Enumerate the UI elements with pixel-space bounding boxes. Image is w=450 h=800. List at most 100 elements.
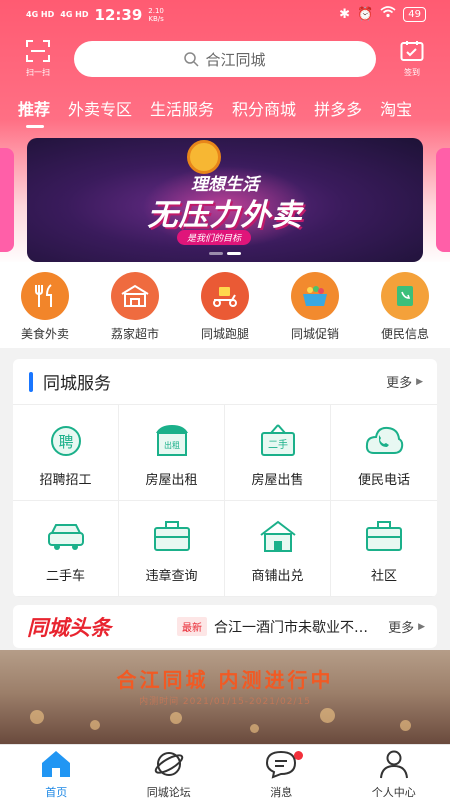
tab-points-mall[interactable]: 积分商城 <box>214 96 296 130</box>
bokeh-light <box>400 720 411 731</box>
quick-link-supermarket[interactable]: 荔家超市 <box>90 262 180 348</box>
sale-sign-icon: 二手 <box>260 424 295 456</box>
headline-bar[interactable]: 同城头条 最新 合江一酒门市未歇业不营业 更多 ▶ <box>13 605 437 648</box>
services-grid: 聘 招聘招工 出租 房屋出租 二手 房屋出售 便民电话 二手车 违章查询 商铺出… <box>13 405 437 597</box>
quick-link-label: 便民信息 <box>380 327 429 341</box>
headline-more-link[interactable]: 更多 ▶ <box>388 617 425 636</box>
bokeh-light <box>90 720 100 730</box>
section-accent-bar <box>29 371 33 392</box>
banner-next-peek <box>436 148 450 252</box>
alarm-icon: ⏰ <box>357 6 374 22</box>
nav-profile[interactable]: 个人中心 <box>338 745 450 800</box>
phone-cloud-icon <box>365 426 404 454</box>
headline-text[interactable]: 合江一酒门市未歇业不营业 <box>214 617 380 637</box>
tab-recommend[interactable]: 推荐 <box>0 96 50 130</box>
nav-forum[interactable]: 同城论坛 <box>113 745 226 800</box>
triangle-right-icon: ▶ <box>416 376 423 387</box>
community-icon <box>366 521 402 551</box>
bokeh-light <box>250 724 259 733</box>
net-speed: 2.10 KB/s <box>148 7 164 23</box>
bokeh-light <box>320 708 335 723</box>
service-label: 社区 <box>370 569 397 584</box>
store-icon <box>111 272 159 320</box>
category-tabs: 推荐 外卖专区 生活服务 积分商城 拼多多 淘宝 <box>0 96 450 130</box>
service-used-car[interactable]: 二手车 <box>13 501 119 597</box>
service-label: 二手车 <box>45 569 85 584</box>
wifi-icon <box>380 6 396 22</box>
scan-label: 扫一扫 <box>26 68 50 77</box>
nav-label: 首页 <box>45 786 68 799</box>
local-services-header: 同城服务 更多 ▶ <box>13 359 437 405</box>
more-label: 更多 <box>386 376 413 391</box>
local-services-card: 同城服务 更多 ▶ 聘 招聘招工 出租 房屋出租 二手 房屋出售 便民电话 二手车… <box>13 359 437 597</box>
nav-label: 同城论坛 <box>146 786 191 799</box>
tab-pinduoduo[interactable]: 拼多多 <box>296 96 362 130</box>
search-placeholder: 合江同城 <box>205 50 266 69</box>
nav-label: 消息 <box>270 786 293 799</box>
banner-prev-peek <box>0 148 14 252</box>
signin-button[interactable]: 签到 <box>396 40 428 78</box>
services-more-link[interactable]: 更多 ▶ <box>386 372 423 391</box>
status-bar: 4G HD 4G HD 12:39 2.10 KB/s ✱ ⏰ 49 <box>0 0 450 32</box>
latest-badge: 最新 <box>177 617 207 636</box>
search-input[interactable]: 合江同城 <box>74 41 376 77</box>
quick-link-food[interactable]: 美食外卖 <box>0 262 90 348</box>
service-violation-check[interactable]: 违章查询 <box>119 501 225 597</box>
banner-dot <box>209 252 223 255</box>
status-time: 12:39 <box>94 6 143 24</box>
tab-life-services[interactable]: 生活服务 <box>132 96 214 130</box>
service-label: 违章查询 <box>145 569 198 584</box>
tab-takeaway[interactable]: 外卖专区 <box>50 96 132 130</box>
house-icon <box>259 520 296 552</box>
planet-icon <box>154 752 183 776</box>
basket-icon <box>291 272 339 320</box>
promo-banner[interactable]: 理想生活 无压力外卖 是我们的目标 <box>27 138 423 262</box>
message-icon <box>266 750 297 779</box>
top-bar: 扫一扫 合江同城 签到 <box>0 36 450 84</box>
banner-pagination <box>27 252 423 255</box>
quick-link-label: 美食外卖 <box>20 327 69 341</box>
user-icon <box>379 750 408 779</box>
service-phonebook[interactable]: 便民电话 <box>331 405 437 501</box>
signal-indicator-2: 4G HD <box>60 10 89 19</box>
book-icon <box>381 272 429 320</box>
beta-promo-banner[interactable]: 合江同城 内测进行中 内测时间 2021/01/15-2021/02/15 <box>0 650 450 744</box>
service-label: 房屋出售 <box>251 473 304 488</box>
service-house-sale[interactable]: 二手 房屋出售 <box>225 405 331 501</box>
rent-glyph: 出租 <box>164 440 180 450</box>
net-speed-value: 2.10 <box>148 7 164 15</box>
bokeh-light <box>170 712 182 724</box>
briefcase-icon <box>153 521 190 551</box>
calendar-check-icon <box>400 41 424 61</box>
banner-tag: 是我们的目标 <box>177 230 252 245</box>
home-icon <box>42 751 71 777</box>
service-house-rent[interactable]: 出租 房屋出租 <box>119 405 225 501</box>
scan-icon <box>26 40 50 62</box>
net-speed-unit: KB/s <box>148 15 164 23</box>
service-community[interactable]: 社区 <box>331 501 437 597</box>
scooter-icon <box>201 272 249 320</box>
service-recruitment[interactable]: 聘 招聘招工 <box>13 405 119 501</box>
recruit-icon: 聘 <box>50 426 81 456</box>
unread-badge <box>294 751 303 760</box>
quick-link-info[interactable]: 便民信息 <box>360 262 450 348</box>
tab-taobao[interactable]: 淘宝 <box>362 96 412 130</box>
nav-label: 个人中心 <box>371 786 416 799</box>
quick-link-errand[interactable]: 同城跑腿 <box>180 262 270 348</box>
quick-link-label: 同城促销 <box>290 327 339 341</box>
quick-link-label: 荔家超市 <box>110 327 159 341</box>
bokeh-light <box>30 710 44 724</box>
signal-indicator-1: 4G HD <box>26 10 55 19</box>
service-label: 招聘招工 <box>39 473 92 488</box>
quick-link-promotions[interactable]: 同城促销 <box>270 262 360 348</box>
service-label: 商铺出兑 <box>251 569 304 584</box>
nav-messages[interactable]: 消息 <box>225 745 338 800</box>
fork-knife-icon <box>21 272 69 320</box>
scan-button[interactable]: 扫一扫 <box>22 40 54 78</box>
banner-headline: 无压力外卖 <box>147 198 303 233</box>
lion-mascot-icon <box>187 140 221 174</box>
banner-dot-active <box>227 252 241 255</box>
service-shop-transfer[interactable]: 商铺出兑 <box>225 501 331 597</box>
signin-label: 签到 <box>404 68 420 77</box>
nav-home[interactable]: 首页 <box>0 745 113 800</box>
